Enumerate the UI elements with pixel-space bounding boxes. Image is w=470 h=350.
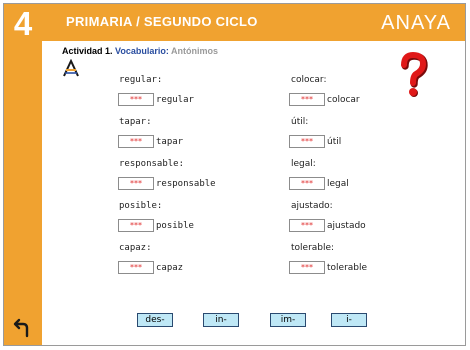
return-arrow-icon[interactable] xyxy=(13,318,33,338)
base-word: capaz xyxy=(156,262,184,273)
grade-number: 4 xyxy=(13,5,33,42)
answer-row: *** tolerable xyxy=(289,261,367,274)
answer-input[interactable]: *** xyxy=(118,93,154,106)
word-prompt: ajustado: xyxy=(291,201,333,211)
answer-input[interactable]: *** xyxy=(118,219,154,232)
answer-input[interactable]: *** xyxy=(289,93,325,106)
word-prompt: útil: xyxy=(291,117,309,127)
brand-logo: ANAYA xyxy=(381,12,451,34)
prefix-button[interactable]: des- xyxy=(137,313,173,327)
answer-input[interactable]: *** xyxy=(289,177,325,190)
answer-input[interactable]: *** xyxy=(289,135,325,148)
base-word: tapar xyxy=(156,136,184,147)
answer-input[interactable]: *** xyxy=(289,219,325,232)
base-word: regular xyxy=(156,94,194,105)
anaya-logo-icon xyxy=(63,59,79,77)
answer-row: *** capaz xyxy=(118,261,183,274)
activity-topic: Vocabulario: xyxy=(115,46,169,56)
word-prompt: legal: xyxy=(291,159,316,169)
activity-window: 4 PRIMARIA / SEGUNDO CICLO ANAYA Activid… xyxy=(3,3,466,346)
prefix-button[interactable]: i- xyxy=(331,313,367,327)
answer-input[interactable]: *** xyxy=(118,261,154,274)
base-word: ajustado xyxy=(327,220,366,231)
prefix-button[interactable]: im- xyxy=(270,313,306,327)
word-prompt: capaz: xyxy=(119,243,152,253)
question-mark-icon[interactable] xyxy=(398,52,428,98)
header-bar: PRIMARIA / SEGUNDO CICLO ANAYA xyxy=(42,4,465,41)
answer-row: *** ajustado xyxy=(289,219,366,232)
answer-row: *** responsable xyxy=(118,177,216,190)
answer-input[interactable]: *** xyxy=(289,261,325,274)
answer-row: *** tapar xyxy=(118,135,183,148)
answer-input[interactable]: *** xyxy=(118,177,154,190)
base-word: responsable xyxy=(156,178,216,189)
side-bar: 4 xyxy=(4,4,42,345)
answer-input[interactable]: *** xyxy=(118,135,154,148)
base-word: colocar xyxy=(327,94,360,105)
prefix-button[interactable]: in- xyxy=(203,313,239,327)
activity-title: Actividad 1. Vocabulario: Antónimos xyxy=(62,46,218,56)
base-word: útil xyxy=(327,136,342,147)
base-word: tolerable xyxy=(327,262,368,273)
word-prompt: posible: xyxy=(119,201,163,211)
base-word: posible xyxy=(156,220,194,231)
base-word: legal xyxy=(327,178,349,189)
answer-row: *** útil xyxy=(289,135,341,148)
word-prompt: regular: xyxy=(119,75,163,85)
answer-row: *** posible xyxy=(118,219,194,232)
answer-row: *** legal xyxy=(289,177,349,190)
word-prompt: colocar: xyxy=(291,75,327,85)
word-prompt: tolerable: xyxy=(291,243,335,253)
activity-subtopic: Antónimos xyxy=(171,46,219,56)
answer-row: *** colocar xyxy=(289,93,360,106)
header-title: PRIMARIA / SEGUNDO CICLO xyxy=(66,14,258,29)
word-prompt: tapar: xyxy=(119,117,152,127)
word-prompt: responsable: xyxy=(119,159,185,169)
answer-row: *** regular xyxy=(118,93,194,106)
activity-label: Actividad 1. xyxy=(62,46,113,56)
